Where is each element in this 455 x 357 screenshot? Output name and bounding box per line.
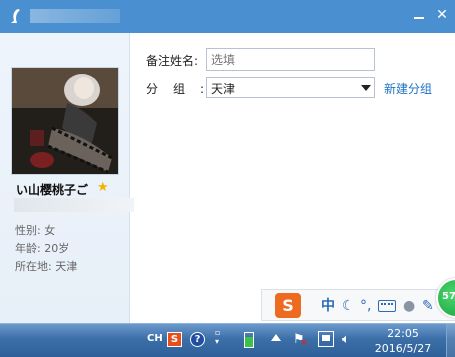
- volume-icon[interactable]: 🔈︎: [342, 332, 350, 347]
- user-account-icon[interactable]: ●: [403, 298, 415, 314]
- minimize-icon: [414, 17, 424, 19]
- battery-icon[interactable]: [244, 332, 254, 348]
- show-desktop-button[interactable]: [446, 324, 455, 357]
- dropdown-arrow-icon: [361, 85, 371, 91]
- signature-blurred: [14, 198, 134, 212]
- sogou-tray-icon[interactable]: S: [167, 332, 182, 347]
- help-icon[interactable]: ?: [190, 332, 205, 347]
- nickname: い山樱桃子ご: [16, 183, 89, 197]
- taskbar: CH S ? ▫ ▾ ⚑ ✕ 🔈︎ 22:05 2016/5/27: [0, 323, 455, 357]
- location-text: 所在地: 天津: [15, 260, 78, 273]
- clock-time: 22:05: [387, 327, 419, 340]
- gender-text: 性别: 女: [15, 224, 56, 237]
- title-text-blurred: [30, 9, 120, 23]
- remark-name-label: 备注姓名:: [146, 54, 199, 68]
- age-text: 年龄: 20岁: [15, 242, 70, 255]
- star-icon: ★: [97, 180, 109, 195]
- clock-date: 2016/5/27: [374, 342, 432, 355]
- clock[interactable]: 22:05 2016/5/27: [366, 326, 440, 356]
- language-indicator[interactable]: CH: [147, 333, 163, 344]
- remark-name-input[interactable]: [206, 48, 375, 71]
- profile-panel: い山樱桃子ご ★ 性别: 女 年龄: 20岁 所在地: 天津: [0, 33, 134, 323]
- ime-chinese-toggle[interactable]: 中: [321, 298, 335, 314]
- language-bar-options-icon[interactable]: ▫ ▾: [215, 328, 220, 346]
- close-button[interactable]: ✕: [433, 6, 451, 24]
- group-select[interactable]: 天津: [206, 77, 375, 98]
- action-center-flag-icon[interactable]: ⚑ ✕: [293, 332, 308, 349]
- show-hidden-icons-icon[interactable]: [271, 334, 281, 341]
- app-logo-icon: [11, 9, 20, 23]
- group-select-value: 天津: [211, 82, 236, 96]
- title-bar: ✕: [0, 0, 455, 33]
- ime-toolbar: S 中 ☾ °, ● ✎: [261, 289, 455, 321]
- avatar-photo: [12, 68, 118, 174]
- network-icon[interactable]: [318, 331, 334, 347]
- soft-keyboard-icon[interactable]: [378, 300, 396, 312]
- sogou-logo-icon[interactable]: S: [275, 293, 301, 318]
- new-group-link[interactable]: 新建分组: [384, 80, 432, 97]
- speed-badge-value: 57: [442, 291, 455, 302]
- settings-wrench-icon[interactable]: ✎: [422, 298, 434, 314]
- punctuation-toggle[interactable]: °,: [360, 298, 371, 314]
- minimize-button[interactable]: [410, 6, 428, 24]
- half-width-moon-icon[interactable]: ☾: [342, 298, 355, 314]
- avatar[interactable]: [11, 67, 119, 175]
